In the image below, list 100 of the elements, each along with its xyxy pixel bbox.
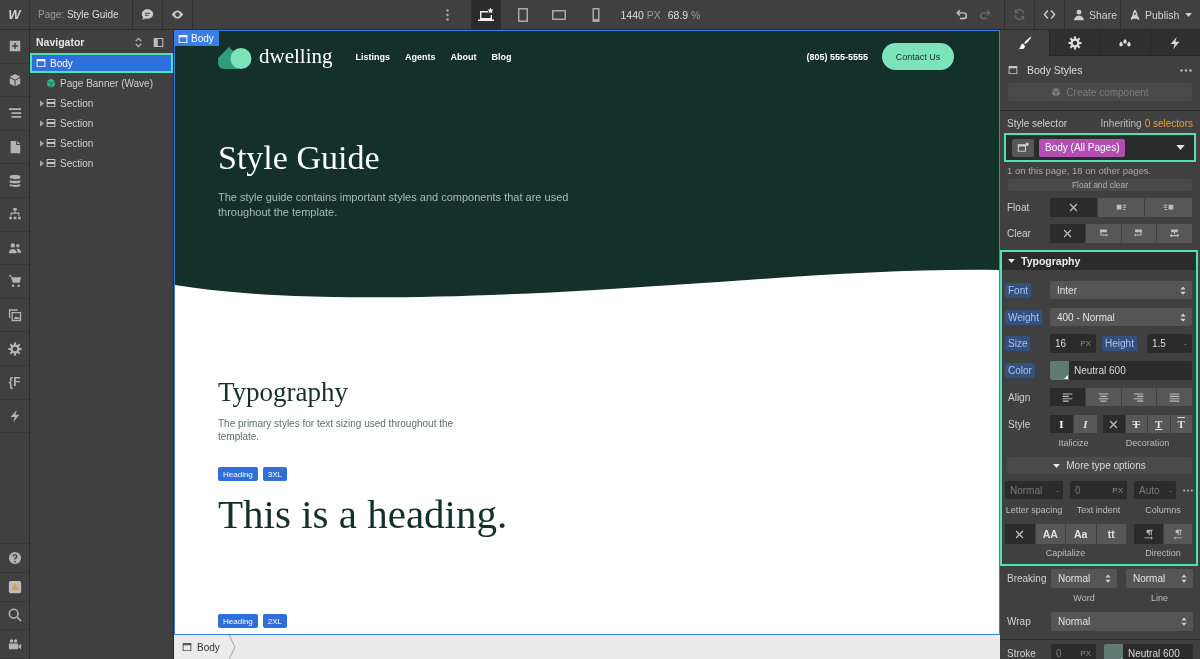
- stroke-width-field[interactable]: 0 PX: [1051, 644, 1096, 659]
- inherited-selectors-link[interactable]: 0 selectors: [1144, 117, 1193, 129]
- brand-name[interactable]: dwelling: [259, 44, 333, 69]
- clear-option[interactable]: [1050, 224, 1085, 243]
- tree-item[interactable]: Section: [30, 133, 173, 153]
- section-header[interactable]: Typography: [1002, 252, 1196, 270]
- chat-icon[interactable]: [141, 8, 154, 21]
- float-option[interactable]: [1145, 198, 1192, 217]
- cube-icon[interactable]: [7, 72, 22, 87]
- font-select[interactable]: Inter: [1050, 281, 1192, 299]
- nav-link[interactable]: Agents: [405, 51, 436, 62]
- search-icon[interactable]: [7, 608, 22, 623]
- style-selector-field[interactable]: Body (All Pages): [1004, 133, 1196, 162]
- capitalize-option[interactable]: Aa: [1066, 524, 1096, 544]
- share-button[interactable]: Share: [1064, 0, 1120, 29]
- property-label[interactable]: Style: [1005, 416, 1034, 432]
- tree-item[interactable]: Section: [30, 113, 173, 133]
- breadcrumb-item[interactable]: Body: [182, 635, 220, 659]
- tree-item[interactable]: Section: [30, 153, 173, 173]
- capitalize-option[interactable]: [1005, 524, 1035, 544]
- decoration-option[interactable]: T: [1148, 415, 1170, 433]
- undo-icon[interactable]: [954, 8, 968, 21]
- float-option[interactable]: [1050, 198, 1097, 217]
- nav-link[interactable]: Listings: [355, 51, 390, 62]
- panel-tab[interactable]: [1099, 30, 1150, 56]
- italic-option[interactable]: I: [1074, 415, 1097, 433]
- clear-option[interactable]: [1121, 224, 1157, 243]
- property-label[interactable]: Color: [1005, 363, 1035, 378]
- sitemap-icon[interactable]: [7, 207, 22, 222]
- property-label[interactable]: Size: [1005, 336, 1031, 351]
- more-icon[interactable]: [1180, 68, 1192, 72]
- number-field[interactable]: Normal -: [1005, 481, 1063, 499]
- panel-icon[interactable]: [153, 36, 164, 48]
- selector-icon: [1017, 141, 1029, 154]
- property-label[interactable]: Height: [1102, 336, 1137, 351]
- logo-icon[interactable]: [218, 44, 252, 69]
- settings-icon[interactable]: [7, 341, 22, 356]
- more-icon[interactable]: [1183, 488, 1193, 492]
- float-option[interactable]: [1097, 198, 1145, 217]
- add-icon[interactable]: [7, 39, 22, 54]
- more-icon[interactable]: [446, 8, 449, 21]
- align-option[interactable]: [1121, 388, 1157, 406]
- align-option[interactable]: [1085, 388, 1121, 406]
- class-tag[interactable]: Body (All Pages): [1039, 138, 1126, 157]
- more-options-toggle[interactable]: More type options: [1007, 457, 1192, 474]
- sort-icon[interactable]: [133, 36, 144, 48]
- property-label: Stroke: [1007, 648, 1037, 659]
- color-field[interactable]: Neutral 600: [1104, 644, 1193, 659]
- property-label[interactable]: Weight: [1005, 309, 1042, 325]
- nav-link[interactable]: About: [450, 51, 477, 62]
- align-option[interactable]: [1157, 388, 1192, 406]
- section-header[interactable]: Float and clear: [1008, 179, 1192, 191]
- breakpoint-button[interactable]: [471, 0, 501, 29]
- clear-option[interactable]: [1085, 224, 1121, 243]
- tree-item[interactable]: Page Banner (Wave): [30, 73, 173, 93]
- help-icon[interactable]: [7, 551, 22, 566]
- panel-tab[interactable]: [1049, 30, 1100, 56]
- weight-select[interactable]: 400 - Normal: [1050, 308, 1192, 326]
- align-option[interactable]: [1050, 388, 1085, 406]
- images-icon[interactable]: [7, 308, 22, 323]
- wrap-select[interactable]: Normal: [1051, 612, 1193, 631]
- eye-icon[interactable]: [171, 8, 184, 21]
- number-field[interactable]: Auto -: [1134, 481, 1176, 499]
- number-field[interactable]: 0 PX: [1070, 481, 1127, 499]
- italic-option[interactable]: I: [1050, 415, 1073, 433]
- direction-option[interactable]: [1163, 524, 1192, 544]
- capitalize-option[interactable]: AA: [1035, 524, 1065, 544]
- unit-label: PX: [1080, 339, 1091, 348]
- size-field[interactable]: 16 PX: [1050, 334, 1096, 353]
- nav-link[interactable]: Blog: [491, 51, 512, 62]
- tree-item[interactable]: Section: [30, 93, 173, 113]
- line-height-field[interactable]: 1.5 -: [1147, 334, 1192, 353]
- logo[interactable]: W: [8, 7, 21, 22]
- capitalize-option[interactable]: tt: [1096, 524, 1126, 544]
- tree-item[interactable]: Body: [30, 53, 173, 73]
- page-name[interactable]: Page: Style Guide: [38, 9, 119, 20]
- decoration-option[interactable]: T: [1170, 415, 1192, 433]
- caret-icon: [1176, 145, 1185, 150]
- clear-option[interactable]: [1157, 224, 1192, 243]
- direction-option[interactable]: [1134, 524, 1163, 544]
- selector-type-button[interactable]: [1012, 138, 1034, 157]
- property-label[interactable]: Align: [1005, 389, 1034, 405]
- variables-button[interactable]: {F: [8, 375, 21, 390]
- publish-button[interactable]: Publish: [1120, 0, 1200, 29]
- code-icon[interactable]: [1043, 8, 1056, 21]
- decoration-option[interactable]: [1103, 415, 1125, 433]
- selector-label: Style selector: [1007, 117, 1068, 129]
- break-select[interactable]: Normal: [1051, 569, 1117, 588]
- video-icon[interactable]: [7, 637, 22, 652]
- warning-icon[interactable]: [7, 579, 22, 594]
- list-icon[interactable]: [7, 106, 22, 121]
- hero-text: The style guide contains important styles and components that are used throughout the template.: [218, 190, 570, 220]
- users-icon[interactable]: [7, 240, 22, 255]
- property-label[interactable]: Font: [1005, 282, 1031, 298]
- database-icon[interactable]: [7, 173, 22, 188]
- contact-button[interactable]: Contact Us: [882, 43, 954, 70]
- color-field[interactable]: Neutral 600: [1050, 361, 1192, 380]
- cart-icon[interactable]: [7, 274, 22, 289]
- break-select[interactable]: Normal: [1126, 569, 1193, 588]
- decoration-option[interactable]: T: [1125, 415, 1147, 433]
